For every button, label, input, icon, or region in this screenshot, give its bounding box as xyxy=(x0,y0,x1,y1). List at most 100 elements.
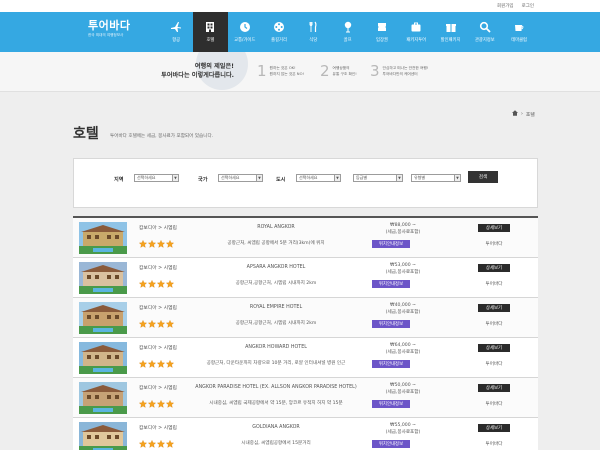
nav-item-activities[interactable]: 즐길거리 xyxy=(262,12,296,52)
hotel-name[interactable]: ANGKOR PARADISE HOTEL (EX. ALLSON ANGKOR… xyxy=(183,384,369,391)
price-amount: ₩50,000 ~ xyxy=(390,383,416,388)
type-select[interactable]: 유형별 ▼ xyxy=(411,174,461,182)
nav-item-theme[interactable]: 테마클럽 xyxy=(502,12,536,52)
nav-label: 패키지투어 xyxy=(406,38,427,43)
table-row[interactable]: 캄보디아 > 시엠립 ANGKOR HOWARD HOTEL 공항근처, 다운타운까… xyxy=(73,338,538,378)
nav-item-tickets[interactable]: 입장권 xyxy=(365,12,399,52)
nav-label: 할인패키지 xyxy=(440,38,461,43)
promo-strip: 여행의 제일은! 투어바다는 이렇게다릅니다. 1 원하는 것은 OK! 원하지 … xyxy=(0,52,600,92)
agent-name: 투어바다 xyxy=(485,242,503,247)
star-icon xyxy=(139,440,147,448)
hotel-price: ₩88,000 ~ (세금,봉사료포함) xyxy=(369,222,437,236)
nav-item-hotel[interactable]: 호텔 xyxy=(193,12,228,52)
main-nav: 항공 호텔 교통/가이드 즐길거리 식당 골프 입장권 패키지투어 할인패키지 … xyxy=(159,12,536,52)
film-reel-icon xyxy=(273,21,285,33)
clock-icon xyxy=(239,21,251,33)
hotel-name[interactable]: ROYAL EMPIRE HOTEL xyxy=(183,304,369,311)
grade-select[interactable]: 등급별 ▼ xyxy=(353,174,403,182)
table-row[interactable]: 캄보디아 > 시엠립 GOLDIANA ANGKOR 시내중심, 씨엠립공항에서 1… xyxy=(73,418,538,450)
login-link[interactable]: 로그인 xyxy=(522,3,534,9)
region-select[interactable]: 선택하세요 ▼ xyxy=(134,174,179,182)
logo-title: 투어바다 xyxy=(88,19,131,32)
hotel-location[interactable]: 캄보디아 > 시엠립 xyxy=(139,224,177,231)
nav-item-dining[interactable]: 식당 xyxy=(296,12,330,52)
price-amount: ₩64,000 ~ xyxy=(390,343,416,348)
nav-item-package[interactable]: 패키지투어 xyxy=(399,12,433,52)
table-row[interactable]: 캄보디아 > 시엠립 ROYAL EMPIRE HOTEL 공항근처,공항근처, 시… xyxy=(73,298,538,338)
promo-step-number: 2 xyxy=(320,62,330,80)
price-note: (세금,봉사료포함) xyxy=(385,310,421,315)
logo-subtitle: 한국 최대의 여행정보사 xyxy=(88,33,124,37)
hotel-list: 캄보디아 > 시엠립 ROYAL ANGKOR 공항근처, 씨엠립 공항에서 5분 … xyxy=(73,216,538,450)
nav-label: 테마클럽 xyxy=(511,38,528,43)
hotel-photo[interactable] xyxy=(79,342,127,374)
nav-label: 호텔 xyxy=(206,38,215,43)
nav-item-transport[interactable]: 교통/가이드 xyxy=(228,12,262,52)
hotel-price: ₩64,000 ~ (세금,봉사료포함) xyxy=(369,342,437,356)
hotel-location[interactable]: 캄보디아 > 시엠립 xyxy=(139,264,177,271)
hotel-price: ₩53,000 ~ (세금,봉사료포함) xyxy=(369,262,437,276)
hotel-location[interactable]: 캄보디아 > 시엠립 xyxy=(139,424,177,431)
location-info-button[interactable]: 위치안내정보 xyxy=(372,440,410,448)
star-icon xyxy=(139,240,147,248)
hotel-name[interactable]: ROYAL ANGKOR xyxy=(183,224,369,231)
nav-item-discount[interactable]: 할인패키지 xyxy=(433,12,467,52)
star-icon xyxy=(157,360,165,368)
logo[interactable]: 투어바다 한국 최대의 여행정보사 xyxy=(88,20,130,38)
hotel-name[interactable]: APSARA ANGKOR HOTEL xyxy=(183,264,369,271)
table-row[interactable]: 캄보디아 > 시엠립 APSARA ANGKOR HOTEL 공항근처,공항근처, … xyxy=(73,258,538,298)
hotel-description: 공항근처, 다운타운까지 차량으로 10분 거리, 로얄 인터내셔널 병원 인근 xyxy=(206,361,346,366)
search-panel: 지역 선택하세요 ▼ 국가 선택하세요 ▼ 도시 선택하세요 ▼ 등급별 ▼ 유… xyxy=(73,158,538,208)
chevron-down-icon: ▼ xyxy=(172,175,178,181)
promo-headline: 여행의 제일은! 투어바다는 이렇게다릅니다. xyxy=(140,62,234,80)
hotel-location[interactable]: 캄보디아 > 시엠립 xyxy=(139,344,177,351)
price-note: (세금,봉사료포함) xyxy=(385,430,421,435)
hotel-photo[interactable] xyxy=(79,422,127,450)
star-rating xyxy=(139,280,174,288)
location-info-button[interactable]: 위치안내정보 xyxy=(372,320,410,328)
detail-button[interactable]: 상세보기 xyxy=(478,424,510,432)
detail-button[interactable]: 상세보기 xyxy=(478,264,510,272)
hotel-price: ₩50,000 ~ (세금,봉사료포함) xyxy=(369,382,437,396)
location-info-button[interactable]: 위치안내정보 xyxy=(372,240,410,248)
chevron-down-icon: ▼ xyxy=(454,175,460,181)
nav-label: 항공 xyxy=(172,38,181,43)
city-select[interactable]: 선택하세요 ▼ xyxy=(296,174,341,182)
search-button[interactable]: 검색 xyxy=(468,171,498,183)
nav-item-golf[interactable]: 골프 xyxy=(330,12,364,52)
promo-step-number: 3 xyxy=(370,62,380,80)
nav-item-flight[interactable]: 항공 xyxy=(159,12,193,52)
star-icon xyxy=(157,400,165,408)
detail-button[interactable]: 상세보기 xyxy=(478,224,510,232)
hotel-location[interactable]: 캄보디아 > 시엠립 xyxy=(139,384,177,391)
breadcrumb-current[interactable]: 호텔 xyxy=(526,111,535,118)
star-icon xyxy=(157,320,165,328)
page-title: 호텔 xyxy=(73,126,99,142)
detail-button[interactable]: 상세보기 xyxy=(478,304,510,312)
location-info-button[interactable]: 위치안내정보 xyxy=(372,360,410,368)
home-icon[interactable] xyxy=(512,110,518,118)
hotel-photo[interactable] xyxy=(79,382,127,414)
star-icon xyxy=(139,400,147,408)
hotel-name[interactable]: ANGKOR HOWARD HOTEL xyxy=(183,344,369,351)
hotel-name[interactable]: GOLDIANA ANGKOR xyxy=(183,424,369,431)
country-label: 국가 xyxy=(198,177,208,183)
detail-button[interactable]: 상세보기 xyxy=(478,344,510,352)
location-info-button[interactable]: 위치안내정보 xyxy=(372,400,410,408)
search-icon xyxy=(479,21,491,33)
hotel-location[interactable]: 캄보디아 > 시엠립 xyxy=(139,304,177,311)
star-icon xyxy=(157,280,165,288)
table-row[interactable]: 캄보디아 > 시엠립 ROYAL ANGKOR 공항근처, 씨엠립 공항에서 5분 … xyxy=(73,218,538,258)
location-info-button[interactable]: 위치안내정보 xyxy=(372,280,410,288)
hotel-photo[interactable] xyxy=(79,262,127,294)
star-icon xyxy=(166,320,174,328)
hotel-photo[interactable] xyxy=(79,302,127,334)
star-rating xyxy=(139,400,174,408)
detail-button[interactable]: 상세보기 xyxy=(478,384,510,392)
country-select[interactable]: 선택하세요 ▼ xyxy=(218,174,263,182)
star-rating xyxy=(139,360,174,368)
hotel-photo[interactable] xyxy=(79,222,127,254)
register-link[interactable]: 회원가입 xyxy=(497,3,514,9)
table-row[interactable]: 캄보디아 > 시엠립 ANGKOR PARADISE HOTEL (EX. ALL… xyxy=(73,378,538,418)
nav-item-tourinfo[interactable]: 관광지정보 xyxy=(468,12,502,52)
